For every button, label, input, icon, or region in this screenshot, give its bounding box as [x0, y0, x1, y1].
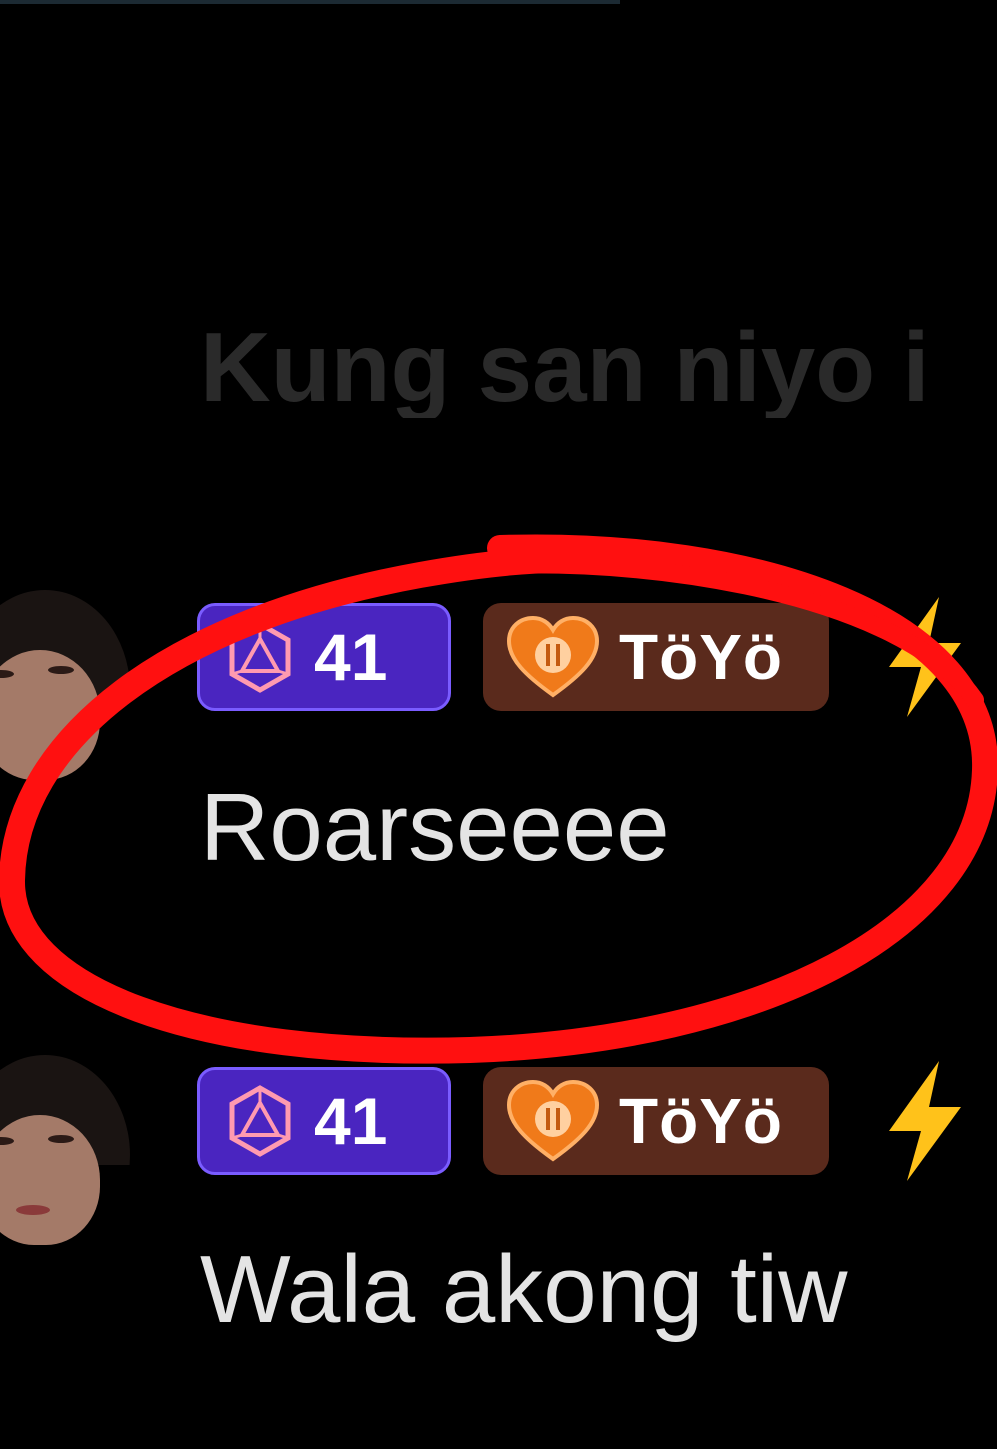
comment-text: Roarseeee: [200, 774, 670, 881]
avatar[interactable]: [0, 590, 130, 790]
user-badges: 41 TöYö: [197, 1061, 969, 1181]
fan-club-badge: TöYö: [483, 603, 829, 711]
level-gem-icon: [229, 621, 291, 693]
level-gem-icon: [229, 1085, 291, 1157]
user-badges: 41 TöYö: [197, 597, 969, 717]
highlight-circle-annotation: [0, 534, 997, 1064]
comment-text: Wala akong tiw: [200, 1236, 848, 1343]
lightning-bolt-icon: [889, 597, 961, 717]
level-badge: 41: [197, 603, 451, 711]
fan-club-name: TöYö: [619, 1085, 783, 1157]
heart-badge-icon: [506, 615, 600, 698]
faded-comment-text: Kung san niyo i: [200, 318, 930, 418]
level-number: 41: [314, 620, 388, 694]
fan-club-name: TöYö: [619, 621, 783, 693]
level-number: 41: [314, 1084, 388, 1158]
heart-badge-icon: [506, 1079, 600, 1162]
avatar[interactable]: [0, 1055, 130, 1255]
level-badge: 41: [197, 1067, 451, 1175]
lightning-bolt-icon: [889, 1061, 961, 1181]
top-edge-strip: [0, 0, 620, 4]
fan-club-badge: TöYö: [483, 1067, 829, 1175]
